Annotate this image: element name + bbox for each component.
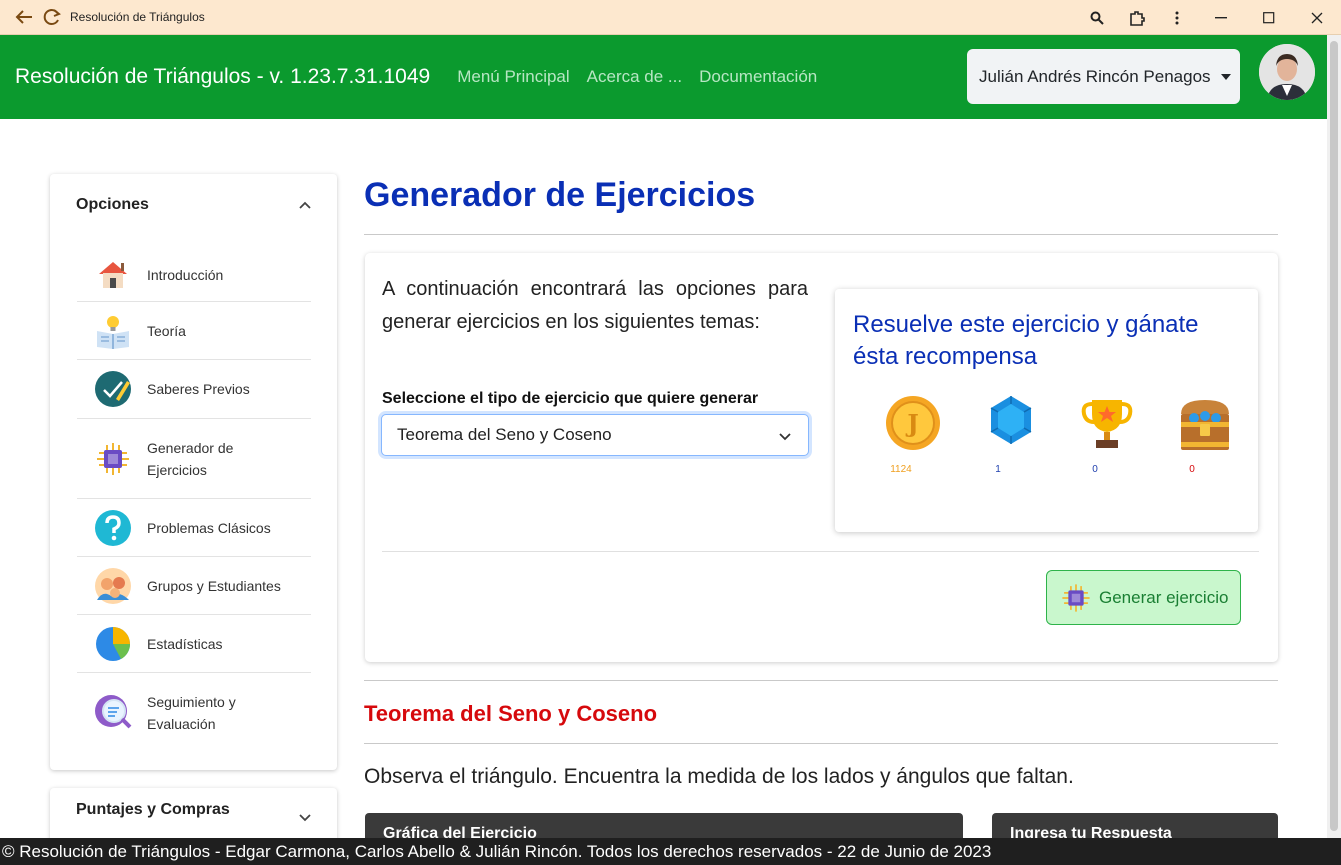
sidebar-item-introduccion[interactable]: Introducción — [77, 248, 311, 302]
caret-down-icon — [1220, 73, 1231, 80]
instruction-text: Observa el triángulo. Encuentra la medid… — [364, 765, 1074, 788]
treasure-chest-icon — [1181, 400, 1229, 450]
page-title: Generador de Ejercicios — [364, 176, 756, 214]
nav-link-menu-principal[interactable]: Menú Principal — [457, 67, 569, 87]
gem-icon — [990, 396, 1032, 444]
trophy-reward — [1077, 394, 1137, 454]
pie-chart-icon — [96, 626, 130, 661]
sidebar-item-teoria[interactable]: Teoría — [77, 302, 311, 360]
chip-icon — [97, 442, 129, 475]
section-divider-top — [364, 680, 1278, 681]
maximize-icon[interactable] — [1245, 4, 1293, 32]
page-scrollbar[interactable] — [1327, 35, 1341, 838]
sidebar-item-label: Generador de Ejercicios — [147, 439, 234, 478]
nav-link-acerca-de[interactable]: Acerca de ... — [587, 67, 682, 87]
question-icon — [95, 509, 131, 546]
house-icon — [99, 261, 127, 288]
chevron-down-icon[interactable] — [298, 810, 312, 824]
svg-text:J: J — [905, 409, 918, 438]
magnifier-icon — [95, 695, 132, 729]
gem-count: 1 — [995, 464, 1001, 475]
avatar[interactable] — [1259, 44, 1315, 100]
coin-reward: J — [883, 394, 943, 452]
chip-icon — [1062, 583, 1090, 612]
browser-title-bar: Resolución de Triángulos — [0, 0, 1341, 35]
book-lightbulb-icon — [97, 315, 129, 349]
sidebar-item-label: Seguimiento y Evaluación — [147, 694, 236, 732]
sidebar-item-label: Saberes Previos — [147, 381, 250, 397]
extensions-icon[interactable] — [1117, 4, 1157, 32]
coin-icon: J — [886, 396, 940, 450]
window-title: Resolución de Triángulos — [70, 10, 205, 24]
sidebar-item-label: Grupos y Estudiantes — [147, 577, 281, 594]
reload-icon[interactable] — [38, 3, 66, 31]
app-brand[interactable]: Resolución de Triángulos - v. 1.23.7.31.… — [15, 65, 430, 89]
chevron-up-icon[interactable] — [298, 198, 312, 212]
footer-text: © Resolución de Triángulos - Edgar Carmo… — [2, 841, 992, 861]
exercise-type-select[interactable]: Teorema del Seno y Coseno — [381, 414, 809, 456]
sidebar-item-label: Teoría — [147, 322, 186, 339]
sidebar-item-estadisticas[interactable]: Estadísticas — [77, 615, 311, 673]
sidebar-item-label: Problemas Clásicos — [147, 519, 271, 536]
reward-title: Resuelve este ejercicio y gánate ésta re… — [853, 311, 1199, 370]
intro-text: A continuación encontrará las opciones p… — [382, 278, 808, 333]
generate-button-label: Generar ejercicio — [1099, 587, 1229, 607]
user-name: Julián Andrés Rincón Penagos — [979, 66, 1211, 86]
coin-count: 1124 — [890, 464, 912, 475]
footer: © Resolución de Triángulos - Edgar Carmo… — [0, 838, 1341, 865]
section-divider-bottom — [364, 743, 1278, 744]
trophy-icon — [1081, 400, 1133, 448]
gem-reward — [981, 394, 1041, 446]
scrollbar-thumb[interactable] — [1330, 41, 1338, 831]
pencil-check-icon — [95, 371, 131, 407]
exercise-type-label: Seleccione el tipo de ejercicio que quie… — [382, 390, 759, 407]
close-icon[interactable] — [1293, 4, 1341, 32]
sidebar-item-label: Introducción — [147, 266, 224, 283]
card-divider — [382, 551, 1259, 552]
generate-exercise-button[interactable]: Generar ejercicio — [1046, 570, 1241, 625]
exercise-type-value: Teorema del Seno y Coseno — [397, 425, 612, 444]
nav-link-documentacion[interactable]: Documentación — [699, 67, 817, 87]
app-navbar: Resolución de Triángulos - v. 1.23.7.31.… — [0, 35, 1327, 119]
section-title: Teorema del Seno y Coseno — [364, 701, 658, 726]
chevron-down-icon — [779, 433, 791, 441]
sidebar-item-seguimiento[interactable]: Seguimiento y Evaluación — [77, 673, 311, 753]
zoom-icon[interactable] — [1077, 4, 1117, 32]
sidebar-item-label: Estadísticas — [147, 635, 223, 652]
reward-card: Resuelve este ejercicio y gánate ésta re… — [835, 289, 1258, 532]
sidebar-title: Opciones — [76, 196, 149, 213]
people-icon — [95, 567, 131, 604]
sidebar-item-generador[interactable]: Generador de Ejercicios — [77, 419, 311, 499]
sidebar-options-card: Opciones Introducción Teoría Saberes Pre… — [50, 174, 337, 770]
title-divider — [364, 234, 1278, 235]
sidebar-item-saberes-previos[interactable]: Saberes Previos — [77, 360, 311, 419]
trophy-count: 0 — [1092, 464, 1098, 475]
back-arrow-icon[interactable] — [10, 3, 38, 31]
user-menu-button[interactable]: Julián Andrés Rincón Penagos — [967, 49, 1240, 104]
sidebar-item-grupos[interactable]: Grupos y Estudiantes — [77, 557, 311, 615]
chest-reward — [1175, 394, 1235, 454]
more-options-icon[interactable] — [1157, 4, 1197, 32]
minimize-icon[interactable] — [1197, 4, 1245, 32]
chest-count: 0 — [1189, 464, 1195, 475]
sidebar-section-title: Puntajes y Compras — [76, 801, 230, 818]
sidebar-item-problemas-clasicos[interactable]: Problemas Clásicos — [77, 499, 311, 557]
